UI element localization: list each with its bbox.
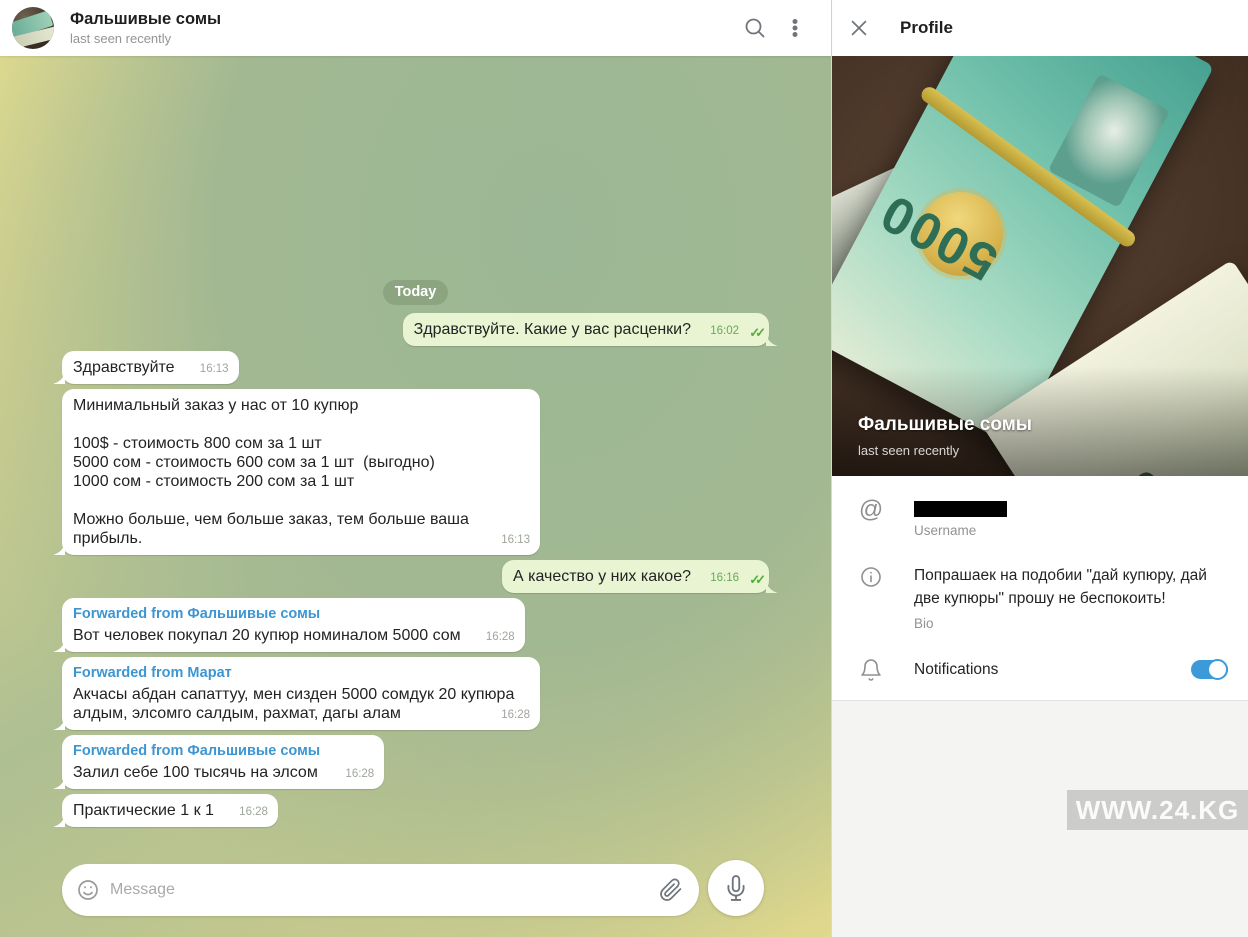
mic-button[interactable] [708,860,764,916]
chat-header-text[interactable]: Фальшивые сомы last seen recently [70,10,735,46]
username-label: Username [914,523,1228,538]
date-pill[interactable]: Today [383,280,449,305]
message-input[interactable] [110,881,649,899]
profile-bottom-area: WWW.24.KG [832,701,1248,937]
forwarded-from-label[interactable]: Forwarded from Фальшивые сомы [73,605,461,624]
bio-text: Попрашаек на подобии "дай купюру, дай дв… [914,564,1228,610]
bio-label: Bio [914,616,1228,631]
message-time: 16:28 [345,765,374,784]
profile-details: @ Username Попрашаек на подобии "дай куп… [832,476,1248,700]
message-time: 16:16 [710,569,739,588]
watermark: WWW.24.KG [1067,790,1248,830]
username-row[interactable]: @ Username [832,498,1248,538]
bell-icon [856,658,886,682]
message-text: Залил себе 100 тысячь на элсом [73,764,318,781]
message-bubble-out[interactable]: А качество у них какое? 16:16 ✓✓ [502,560,769,593]
message-time: 16:13 [501,531,530,550]
chat-pane: Фальшивые сомы last seen recently Today … [0,0,831,937]
chat-avatar[interactable] [12,7,54,49]
message-time: 16:28 [501,706,530,725]
notifications-toggle[interactable] [1191,660,1228,679]
chat-title: Фальшивые сомы [70,10,735,29]
message-text: Минимальный заказ у нас от 10 купюр 100$… [73,397,473,547]
info-icon [856,565,886,631]
message-text: Здравствуйте. Какие у вас расценки? [414,321,691,338]
notifications-label: Notifications [914,660,1191,680]
emoji-icon[interactable] [76,878,100,902]
telegram-app: Фальшивые сомы last seen recently Today … [0,0,1248,937]
profile-pane: Profile 5000 1000 Фальшивые сомы last se… [831,0,1248,937]
profile-title: Profile [900,18,953,38]
message-time: 16:28 [239,803,268,822]
chat-header: Фальшивые сомы last seen recently [0,0,831,56]
message-text: Вот человек покупал 20 купюр номиналом 5… [73,627,461,644]
message-bubble-in[interactable]: Forwarded from Фальшивые сомы Залил себе… [62,735,384,789]
message-text: А качество у них какое? [513,568,691,585]
message-bubble-in[interactable]: Практические 1 к 1 16:28 [62,794,278,827]
message-input-pill[interactable] [62,864,699,916]
message-bubble-in[interactable]: Forwarded from Фальшивые сомы Вот челове… [62,598,525,652]
message-text: Практические 1 к 1 [73,802,214,819]
mic-icon [723,875,749,901]
toggle-knob [1207,659,1228,680]
message-text: Акчасы абдан сапаттуу, мен сизден 5000 с… [73,686,519,722]
at-icon: @ [856,499,886,538]
menu-icon[interactable] [775,8,815,48]
profile-status: last seen recently [858,443,959,458]
message-bubble-in[interactable]: Минимальный заказ у нас от 10 купюр 100$… [62,389,540,555]
redacted-username-value [914,501,1007,517]
message-bubble-in[interactable]: Здравствуйте 16:13 [62,351,239,384]
forwarded-from-label[interactable]: Forwarded from Марат [73,664,529,683]
attach-icon[interactable] [659,878,683,902]
profile-name: Фальшивые сомы [858,414,1032,436]
notifications-row[interactable]: Notifications [832,657,1248,682]
message-time: 16:02 [710,322,739,341]
search-icon[interactable] [735,8,775,48]
message-text: Здравствуйте [73,359,175,376]
profile-photo[interactable]: 5000 1000 Фальшивые сомы last seen recen… [832,56,1248,476]
profile-header: Profile [832,0,1248,56]
message-bubble-in[interactable]: Forwarded from Марат Акчасы абдан сапатт… [62,657,540,730]
chat-background: Today Здравствуйте. Какие у вас расценки… [0,56,831,937]
message-list: Today Здравствуйте. Какие у вас расценки… [0,56,831,937]
message-time: 16:13 [200,360,229,379]
read-checks-icon: ✓✓ [749,323,761,342]
chat-status: last seen recently [70,31,735,46]
bio-row[interactable]: Попрашаек на подобии "дай купюру, дай дв… [832,564,1248,631]
forwarded-from-label[interactable]: Forwarded from Фальшивые сомы [73,742,320,761]
read-checks-icon: ✓✓ [749,570,761,589]
close-icon[interactable] [848,17,870,39]
message-composer [62,860,764,916]
message-bubble-out[interactable]: Здравствуйте. Какие у вас расценки? 16:0… [403,313,769,346]
message-time: 16:28 [486,628,515,647]
